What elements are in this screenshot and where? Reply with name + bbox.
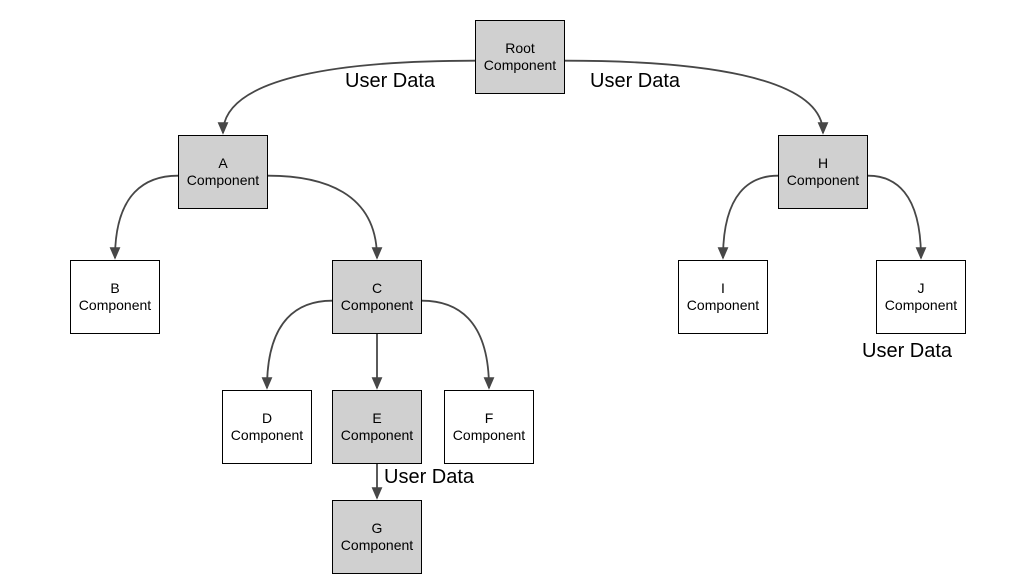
node-label-line2: Component (484, 57, 556, 75)
edge-label: User Data (862, 340, 952, 363)
node-label-line2: Component (885, 297, 957, 315)
node-H: HComponent (778, 135, 868, 209)
node-root: RootComponent (475, 20, 565, 94)
edge-H-I (723, 176, 778, 258)
node-A: AComponent (178, 135, 268, 209)
diagram-canvas: RootComponentAComponentHComponentBCompon… (0, 0, 1024, 582)
node-label-line1: C (372, 280, 382, 298)
node-label-line1: B (110, 280, 119, 298)
node-label-line1: Root (505, 40, 535, 58)
node-E: EComponent (332, 390, 422, 464)
node-label-line2: Component (79, 297, 151, 315)
node-C: CComponent (332, 260, 422, 334)
node-label-line1: H (818, 155, 828, 173)
edge-label: User Data (384, 466, 474, 489)
edge-label: User Data (590, 70, 680, 93)
node-label-line1: G (372, 520, 383, 538)
node-label-line2: Component (231, 427, 303, 445)
edge-A-B (115, 176, 178, 258)
edge-C-D (267, 301, 332, 388)
node-label-line2: Component (787, 172, 859, 190)
node-label-line1: E (372, 410, 381, 428)
node-D: DComponent (222, 390, 312, 464)
node-label-line2: Component (187, 172, 259, 190)
edge-C-F (422, 301, 489, 388)
node-label-line1: J (918, 280, 925, 298)
node-label-line2: Component (341, 537, 413, 555)
edge-H-J (868, 176, 921, 258)
edge-label: User Data (345, 70, 435, 93)
node-G: GComponent (332, 500, 422, 574)
node-label-line2: Component (341, 427, 413, 445)
node-label-line1: D (262, 410, 272, 428)
node-F: FComponent (444, 390, 534, 464)
node-label-line2: Component (453, 427, 525, 445)
node-label-line2: Component (341, 297, 413, 315)
node-I: IComponent (678, 260, 768, 334)
node-label-line1: A (218, 155, 227, 173)
node-label-line1: F (485, 410, 494, 428)
node-label-line2: Component (687, 297, 759, 315)
edge-A-C (268, 176, 377, 258)
node-label-line1: I (721, 280, 725, 298)
node-B: BComponent (70, 260, 160, 334)
node-J: JComponent (876, 260, 966, 334)
